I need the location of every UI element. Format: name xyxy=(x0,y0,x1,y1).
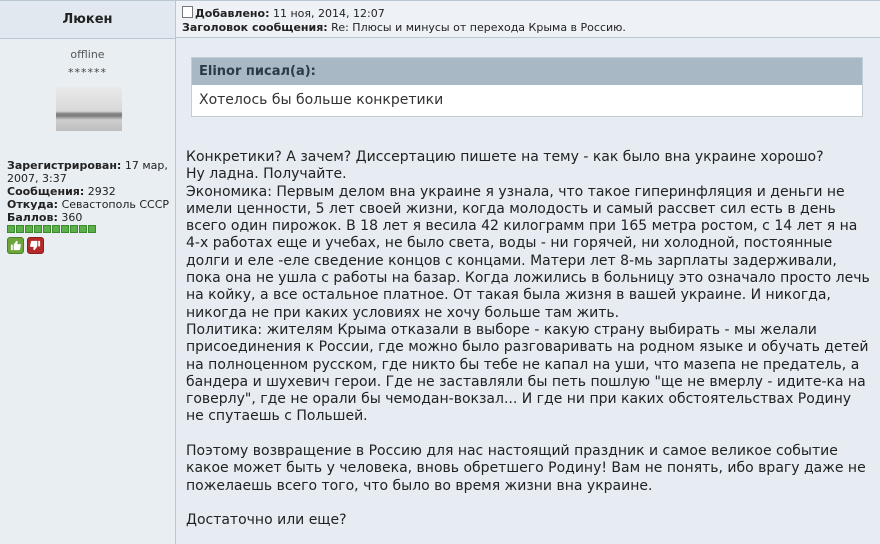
post-body: Конкретики? А зачем? Диссертацию пишете … xyxy=(186,149,871,530)
thumbs-down-icon[interactable] xyxy=(27,237,44,254)
quote-header: Elinor писал(а): xyxy=(192,58,862,85)
from-value: Севастополь СССР xyxy=(58,198,170,211)
reputation-pip xyxy=(16,225,24,233)
registered-line: Зарегистрирован: 17 мар, 2007, 3:37 xyxy=(7,159,172,185)
registered-label: Зарегистрирован: xyxy=(7,159,122,172)
reputation-pip xyxy=(79,225,87,233)
added-label: Добавлено: xyxy=(195,7,270,20)
post-paragraph: Политика: жителям Крыма отказали в выбор… xyxy=(186,321,869,425)
points-value: 360 xyxy=(57,211,83,224)
posts-value: 2932 xyxy=(84,185,116,198)
reputation-pip xyxy=(70,225,78,233)
post-paragraph: Ну ладна. Получайте. xyxy=(186,166,347,183)
post-paragraph: Достаточно или еще? xyxy=(186,512,347,529)
post-paragraph: Конкретики? А зачем? Диссертацию пишете … xyxy=(186,149,824,165)
reputation-pip xyxy=(34,225,42,233)
posts-line: Сообщения: 2932 xyxy=(7,185,172,198)
author-panel: Люкен offline ****** Зарегистрирован: 17… xyxy=(0,1,176,544)
subject-value: Re: Плюсы и минусы от перехода Крыма в Р… xyxy=(327,21,626,34)
subject-label: Заголовок сообщения: xyxy=(182,21,328,34)
reputation-pip xyxy=(88,225,96,233)
avatar xyxy=(56,87,122,131)
thumbs-up-icon[interactable] xyxy=(7,237,24,254)
subject-line: Заголовок сообщения: Re: Плюсы и минусы … xyxy=(182,21,874,35)
post-header: Добавлено: 11 ноя, 2014, 12:07 Заголовок… xyxy=(176,1,880,38)
author-name[interactable]: Люкен xyxy=(0,1,175,39)
quote-block: Elinor писал(а): Хотелось бы больше конк… xyxy=(191,57,863,117)
reputation-pip xyxy=(43,225,51,233)
document-icon xyxy=(182,6,193,18)
reputation-pip xyxy=(7,225,15,233)
posts-label: Сообщения: xyxy=(7,185,85,198)
reputation-bar xyxy=(7,225,96,233)
post-paragraph: Экономика: Первым делом вна украине я уз… xyxy=(186,183,870,321)
author-info: Зарегистрирован: 17 мар, 2007, 3:37 Сооб… xyxy=(7,159,172,224)
quote-text: Хотелось бы больше конкретики xyxy=(192,85,862,116)
from-label: Откуда: xyxy=(7,198,59,211)
added-value: 11 ноя, 2014, 12:07 xyxy=(269,7,385,20)
reputation-pip xyxy=(61,225,69,233)
from-line: Откуда: Севастополь СССР xyxy=(7,198,172,211)
post-paragraph: Поэтому возвращение в Россию для нас нас… xyxy=(186,443,866,494)
author-status: offline xyxy=(70,48,105,61)
post-content-panel: Добавлено: 11 ноя, 2014, 12:07 Заголовок… xyxy=(176,1,880,544)
points-line: Баллов: 360 xyxy=(7,211,172,224)
reputation-pip xyxy=(52,225,60,233)
reputation-pip xyxy=(25,225,33,233)
forum-post: Люкен offline ****** Зарегистрирован: 17… xyxy=(0,0,880,544)
added-line: Добавлено: 11 ноя, 2014, 12:07 xyxy=(182,6,874,21)
author-rank-stars: ****** xyxy=(68,66,107,79)
points-label: Баллов: xyxy=(7,211,58,224)
vote-buttons xyxy=(7,237,44,254)
